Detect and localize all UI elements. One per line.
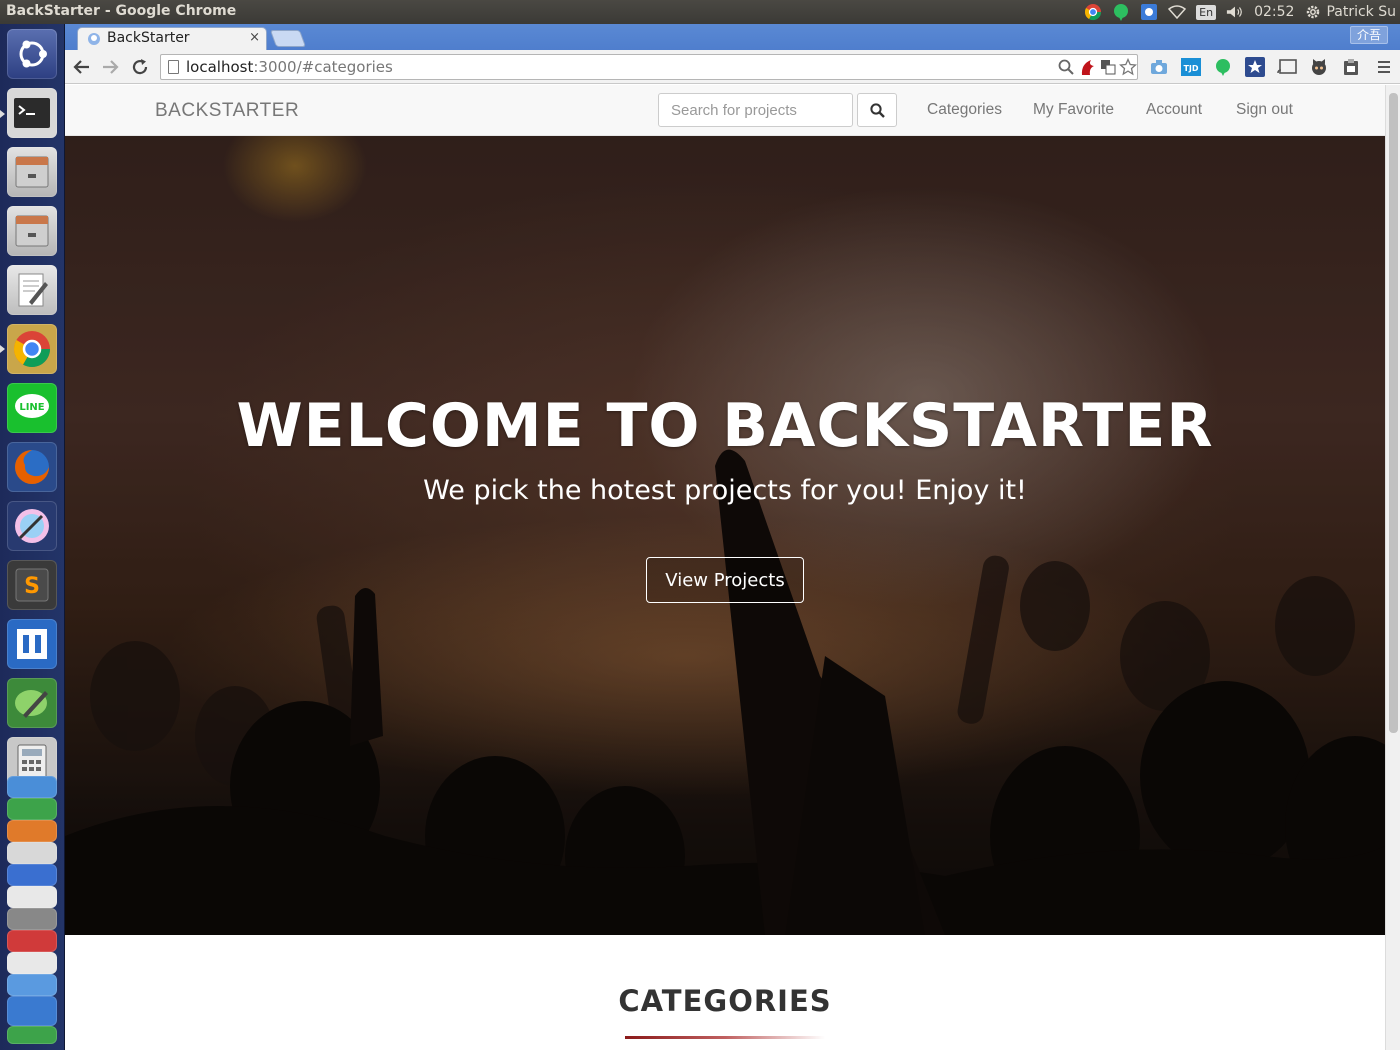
clipboard-extension-icon[interactable]: [1341, 57, 1361, 77]
gimp-icon[interactable]: [7, 886, 57, 908]
tab-backstarter[interactable]: BackStarter ×: [77, 27, 267, 50]
zoom-search-icon[interactable]: [1057, 58, 1075, 76]
nav-link-categories[interactable]: Categories: [927, 101, 1002, 119]
view-projects-button[interactable]: View Projects: [646, 557, 804, 603]
camera-extension-icon[interactable]: [1149, 57, 1169, 77]
ubuntu-dash-icon[interactable]: [7, 29, 57, 79]
browser-app-icon[interactable]: [7, 996, 57, 1026]
document-viewer-icon[interactable]: [7, 952, 57, 974]
hero-title: WELCOME TO BACKSTARTER: [236, 391, 1214, 461]
brand-logo-link[interactable]: BACKSTARTER: [155, 100, 299, 122]
volume-icon[interactable]: [1226, 3, 1244, 21]
messenger-tray-icon[interactable]: [1140, 3, 1158, 21]
sublime-text-icon[interactable]: S: [7, 560, 57, 610]
browser-toolbar: localhost:3000/#categories TJD: [65, 50, 1400, 84]
file-manager-icon[interactable]: [7, 147, 57, 197]
calc-spreadsheet-icon[interactable]: [7, 798, 57, 820]
back-arrow-icon[interactable]: [71, 56, 93, 78]
system-tray: En 02:52 Patrick Su: [1084, 0, 1396, 24]
page-icon: [168, 60, 179, 74]
section-divider: [625, 1036, 825, 1039]
user-name[interactable]: Patrick Su: [1326, 4, 1396, 20]
categories-heading: CATEGORIES: [618, 984, 832, 1018]
search-input[interactable]: [658, 93, 853, 127]
launcher-running-indicator: [0, 110, 5, 118]
hoteditor-icon[interactable]: [7, 619, 57, 669]
reload-icon[interactable]: [129, 56, 151, 78]
evernote-extension-icon[interactable]: [1213, 57, 1233, 77]
star-extension-icon[interactable]: [1245, 57, 1265, 77]
clock[interactable]: 02:52: [1254, 4, 1294, 20]
nav-link-sign-out[interactable]: Sign out: [1236, 101, 1293, 119]
page-favicon-icon: [88, 33, 100, 45]
trash-area-icon[interactable]: [7, 1026, 57, 1044]
octocat-extension-icon[interactable]: [1309, 57, 1329, 77]
svg-text:TJD: TJD: [1183, 64, 1198, 73]
page-viewport: BACKSTARTER Categories My Favorite Accou…: [65, 85, 1385, 1050]
tools-icon[interactable]: [7, 842, 57, 864]
evernote-tray-icon[interactable]: [1112, 3, 1130, 21]
scrollbar-thumb[interactable]: [1389, 93, 1398, 733]
system-top-panel: BackStarter - Google Chrome En 02:52 Pat…: [0, 0, 1400, 24]
chrome-launcher-icon[interactable]: [7, 324, 57, 374]
color-picker-icon[interactable]: [7, 501, 57, 551]
settings-launcher-icon[interactable]: [7, 908, 57, 930]
browser-tab-strip: BackStarter × 介吾: [65, 24, 1400, 50]
media-icon[interactable]: [7, 930, 57, 952]
hero-section: WELCOME TO BACKSTARTER We pick the hotes…: [65, 136, 1385, 935]
search-icon: [869, 102, 885, 118]
notes-app-icon[interactable]: [7, 678, 57, 728]
impress-icon[interactable]: [7, 820, 57, 842]
remmina-icon[interactable]: [7, 974, 57, 996]
line-app-icon[interactable]: LINE: [7, 383, 57, 433]
url-host: localhost: [186, 58, 254, 76]
tab-close-icon[interactable]: ×: [249, 30, 260, 45]
menu-hamburger-icon[interactable]: [1374, 57, 1394, 77]
svg-text:S: S: [24, 574, 40, 599]
software-center-icon[interactable]: [7, 864, 57, 886]
forward-arrow-icon[interactable]: [99, 56, 121, 78]
bookmark-star-icon[interactable]: [1119, 58, 1137, 76]
ime-button[interactable]: 介吾: [1350, 26, 1388, 44]
window-title: BackStarter - Google Chrome: [6, 3, 237, 19]
nav-link-my-favorite[interactable]: My Favorite: [1033, 101, 1114, 119]
url-text[interactable]: localhost:3000/#categories: [186, 58, 393, 76]
tjd-extension-icon[interactable]: TJD: [1181, 57, 1201, 77]
concert-crowd-background-image: [65, 136, 1385, 935]
svg-text:LINE: LINE: [19, 402, 44, 413]
firefox-icon[interactable]: [7, 442, 57, 492]
cast-icon[interactable]: [1277, 57, 1297, 77]
search-button[interactable]: [857, 93, 897, 127]
terminal-icon[interactable]: [7, 88, 57, 138]
url-path: :3000/#categories: [253, 58, 393, 76]
text-editor-icon[interactable]: [7, 265, 57, 315]
site-navbar: BACKSTARTER Categories My Favorite Accou…: [65, 85, 1385, 136]
keyboard-language-indicator[interactable]: En: [1196, 4, 1217, 20]
launcher-running-indicator: [0, 345, 5, 353]
gear-icon[interactable]: [1304, 3, 1322, 21]
chrome-tray-icon[interactable]: [1084, 3, 1102, 21]
extension-red-icon[interactable]: [1079, 58, 1097, 76]
hero-subtitle: We pick the hotest projects for you! Enj…: [423, 475, 1027, 506]
tab-title: BackStarter: [107, 30, 190, 46]
unity-launcher: LINE S: [0, 24, 65, 1050]
nav-link-account[interactable]: Account: [1146, 101, 1202, 119]
new-tab-button[interactable]: [269, 30, 307, 47]
page-scrollbar[interactable]: [1385, 85, 1400, 1050]
file-manager-icon[interactable]: [7, 206, 57, 256]
writer-icon[interactable]: [7, 776, 57, 798]
address-bar[interactable]: localhost:3000/#categories: [160, 54, 1138, 80]
translate-icon[interactable]: [1099, 58, 1117, 76]
wifi-icon[interactable]: [1168, 3, 1187, 21]
